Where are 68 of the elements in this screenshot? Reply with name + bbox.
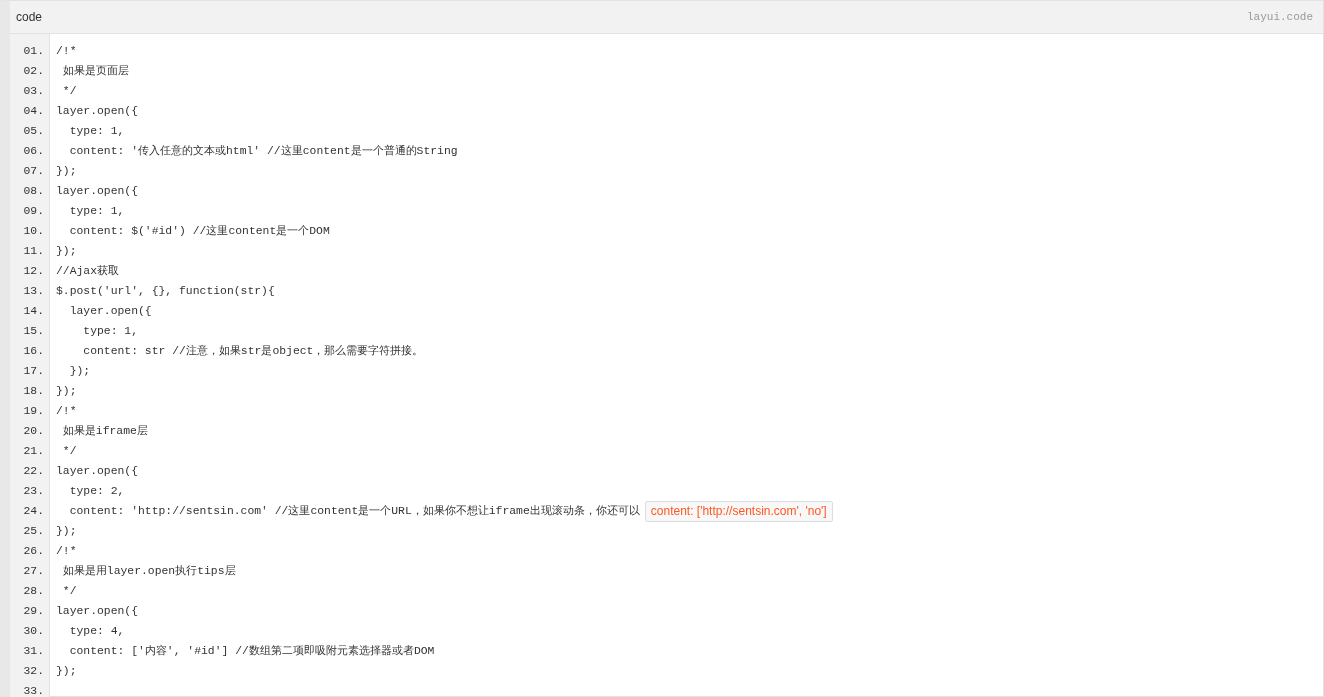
code-line: }); (56, 384, 77, 399)
line-number: 02. (10, 61, 50, 81)
line-number: 11. (10, 241, 50, 261)
line-number: 28. (10, 581, 50, 601)
code-line: content: 'http://sentsin.com' //这里content是一个URL，如果你不想让iframe出现滚动条，你还可以 (68, 504, 640, 519)
line-number: 22. (10, 461, 50, 481)
inline-code: content: ['http://sentsin.com', 'no'] (644, 500, 833, 522)
code-line: layer.open({ (56, 104, 139, 119)
code-line: /!* (56, 404, 77, 419)
line-number: 33. (10, 681, 50, 697)
code-line: /!* (56, 44, 77, 59)
code-line: }); (56, 524, 77, 539)
line-number: 19. (10, 401, 50, 421)
code-line: layer.open({ (56, 604, 139, 619)
code-line: type: 4, (68, 624, 125, 639)
code-line: }); (56, 664, 77, 679)
code-brand: layui.code (1247, 9, 1313, 25)
line-number: 06. (10, 141, 50, 161)
code-line: 如果是iframe层 (61, 424, 148, 439)
code-line: 如果是页面层 (61, 64, 129, 79)
line-number: 32. (10, 661, 50, 681)
line-number: 31. (10, 641, 50, 661)
line-number: 12. (10, 261, 50, 281)
code-line: 如果是用layer.open执行tips层 (61, 564, 236, 579)
line-number: 10. (10, 221, 50, 241)
line-number: 25. (10, 521, 50, 541)
line-number: 17. (10, 361, 50, 381)
code-line: $.post('url', {}, function(str){ (56, 284, 275, 299)
line-number: 29. (10, 601, 50, 621)
code-line: content: $('#id') //这里content是一个DOM (68, 224, 330, 239)
code-line: type: 2, (68, 484, 125, 499)
code-line: type: 1, (82, 324, 139, 339)
code-line: }); (68, 364, 91, 379)
code-line: layer.open({ (56, 184, 139, 199)
line-number: 24. (10, 501, 50, 521)
line-number: 26. (10, 541, 50, 561)
code-line: layer.open({ (56, 464, 139, 479)
line-number: 14. (10, 301, 50, 321)
code-line: }); (56, 244, 77, 259)
line-number: 27. (10, 561, 50, 581)
line-number: 01. (10, 34, 50, 61)
code-line: //Ajax获取 (56, 264, 119, 279)
line-number: 21. (10, 441, 50, 461)
line-number: 18. (10, 381, 50, 401)
code-line: layer.open({ (68, 304, 152, 319)
line-number: 20. (10, 421, 50, 441)
line-number: 09. (10, 201, 50, 221)
code-line: content: '传入任意的文本或html' //这里content是一个普通的String (68, 143, 458, 159)
code-line: content: str //注意，如果str是object，那么需要字符拼接。 (82, 344, 424, 359)
code-line: content: ['内容', '#id'] //数组第二项即吸附元素选择器或者DOM (68, 643, 435, 659)
code-line: }); (56, 164, 77, 179)
code-line: type: 1, (68, 124, 125, 139)
code-line: type: 1, (68, 204, 125, 219)
line-number: 30. (10, 621, 50, 641)
line-number: 08. (10, 181, 50, 201)
line-number: 23. (10, 481, 50, 501)
line-number: 05. (10, 121, 50, 141)
line-number: 15. (10, 321, 50, 341)
line-number: 07. (10, 161, 50, 181)
code-title: code (16, 9, 43, 26)
code-line: */ (61, 84, 77, 99)
code-line: /!* (56, 544, 77, 559)
line-number: 03. (10, 81, 50, 101)
code-line: */ (61, 444, 77, 459)
code-line: */ (61, 584, 77, 599)
line-number: 13. (10, 281, 50, 301)
line-number: 16. (10, 341, 50, 361)
line-number: 04. (10, 101, 50, 121)
